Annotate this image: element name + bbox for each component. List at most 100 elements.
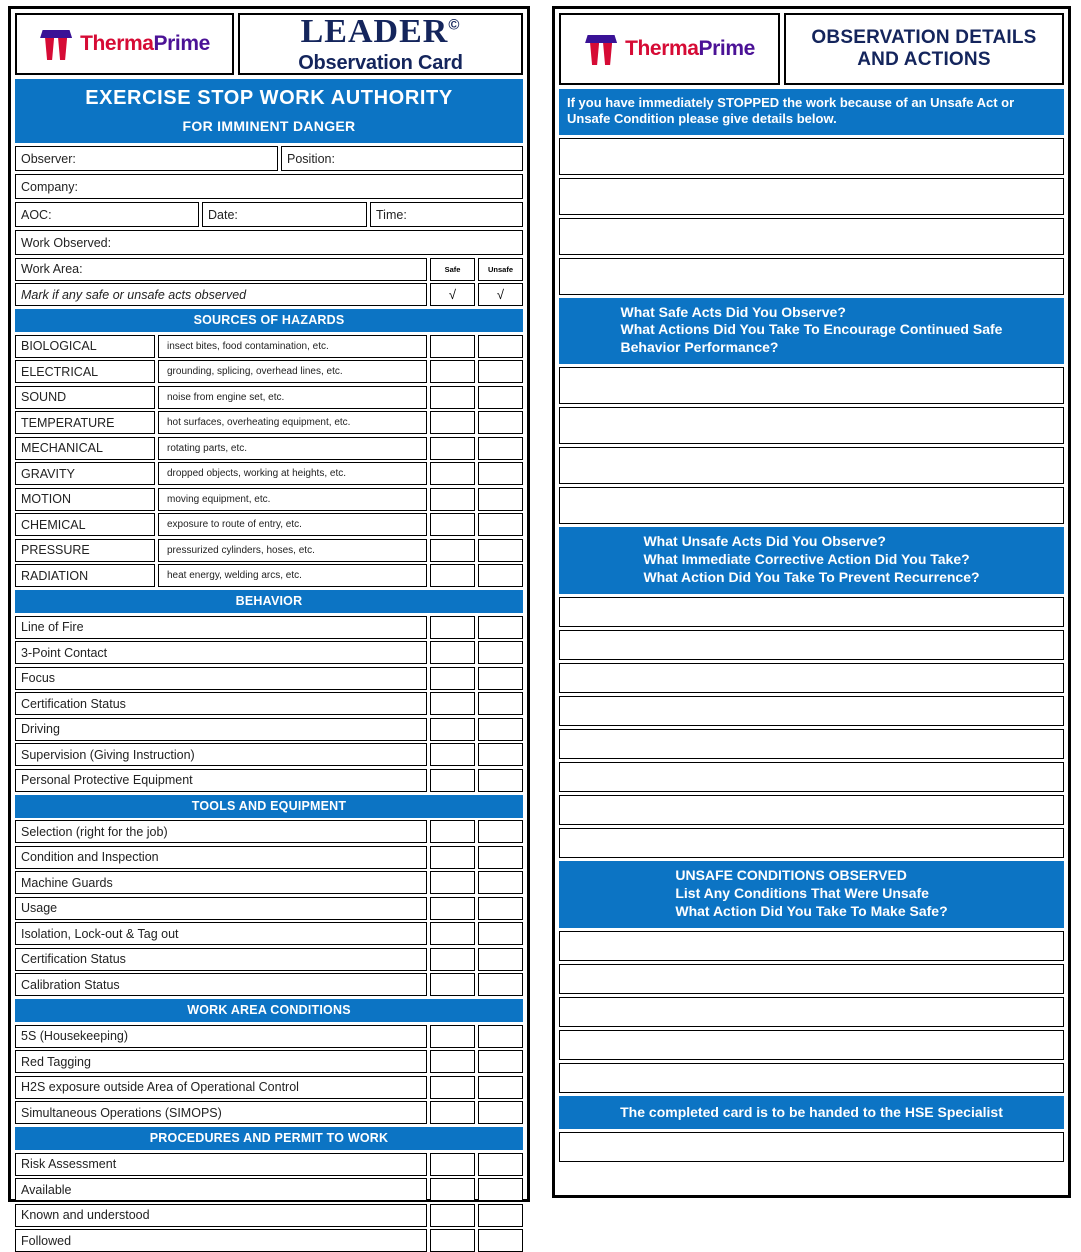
- write-in-row[interactable]: [559, 447, 1064, 485]
- write-in-row[interactable]: [559, 1062, 1064, 1093]
- write-in-row[interactable]: [559, 1131, 1064, 1162]
- safe-checkbox-cell[interactable]: [430, 411, 475, 434]
- write-in-row[interactable]: [559, 629, 1064, 660]
- unsafe-checkbox-cell[interactable]: [478, 334, 523, 358]
- time-field[interactable]: Time:: [370, 202, 523, 227]
- unsafe-checkbox-cell[interactable]: [478, 564, 523, 587]
- work-observed-field[interactable]: Work Observed:: [15, 230, 523, 255]
- write-in-row[interactable]: [559, 177, 1064, 215]
- safe-checkbox-cell[interactable]: [430, 666, 475, 690]
- unsafe-checkbox-cell[interactable]: [478, 896, 523, 920]
- safe-checkbox-cell[interactable]: [430, 462, 475, 485]
- write-in-row[interactable]: [559, 487, 1064, 525]
- safe-checkbox-cell[interactable]: [430, 1101, 475, 1124]
- company-field[interactable]: Company:: [15, 174, 523, 199]
- banner-line-1: EXERCISE STOP WORK AUTHORITY: [85, 87, 453, 109]
- safe-checkbox-cell[interactable]: [430, 641, 475, 664]
- unsafe-checkbox-cell[interactable]: [478, 922, 523, 945]
- safe-checkbox-cell[interactable]: [430, 743, 475, 766]
- work-area-field[interactable]: Work Area:: [15, 257, 427, 281]
- unsafe-checkbox-cell[interactable]: [478, 845, 523, 869]
- write-in-row[interactable]: [559, 728, 1064, 759]
- write-in-row[interactable]: [559, 367, 1064, 405]
- safe-checkbox-cell[interactable]: [430, 1178, 475, 1201]
- unsafe-checkbox-cell[interactable]: [478, 768, 523, 792]
- hazard-name: SOUND: [15, 385, 155, 409]
- write-in-row[interactable]: [559, 794, 1064, 825]
- thermaprime-logo-cell: ThermaPrime: [15, 13, 234, 75]
- unsafe-checkbox-cell[interactable]: [478, 436, 523, 460]
- unsafe-checkbox-cell[interactable]: [478, 538, 523, 562]
- unsafe-checkbox-cell[interactable]: [478, 411, 523, 434]
- write-in-row[interactable]: [559, 963, 1064, 994]
- write-in-row[interactable]: [559, 930, 1064, 961]
- safe-checkbox-cell[interactable]: [430, 820, 475, 843]
- date-field[interactable]: Date:: [202, 202, 367, 227]
- unsafe-checkbox-cell[interactable]: [478, 1101, 523, 1124]
- unsafe-checkbox-cell[interactable]: [478, 1024, 523, 1048]
- unsafe-checkbox-cell[interactable]: [478, 820, 523, 843]
- safe-checkbox-cell[interactable]: [430, 973, 475, 996]
- unsafe-checkbox-cell[interactable]: [478, 385, 523, 409]
- write-in-row[interactable]: [559, 407, 1064, 445]
- hazard-name: MECHANICAL: [15, 436, 155, 460]
- safe-checkbox-cell[interactable]: [430, 692, 475, 715]
- safe-checkbox-cell[interactable]: [430, 538, 475, 562]
- unsafe-checkbox-cell[interactable]: [478, 717, 523, 741]
- safe-checkbox-cell[interactable]: [430, 1229, 475, 1252]
- unsafe-checkbox-cell[interactable]: [478, 462, 523, 485]
- write-in-row[interactable]: [559, 662, 1064, 693]
- safe-checkbox-cell[interactable]: [430, 615, 475, 639]
- unsafe-checkbox-cell[interactable]: [478, 692, 523, 715]
- safe-checkbox-cell[interactable]: [430, 334, 475, 358]
- observer-field[interactable]: Observer:: [15, 146, 278, 171]
- unsafe-checkbox-cell[interactable]: [478, 973, 523, 996]
- hazard-name: PRESSURE: [15, 538, 155, 562]
- unsafe-checkbox-cell[interactable]: [478, 743, 523, 766]
- unsafe-checkbox-cell[interactable]: [478, 1229, 523, 1252]
- safe-checkbox-cell[interactable]: [430, 436, 475, 460]
- section-header-sources-of-hazards: SOURCES OF HAZARDS: [15, 309, 523, 332]
- safe-checkbox-cell[interactable]: [430, 1050, 475, 1073]
- position-field[interactable]: Position:: [281, 146, 523, 171]
- safe-checkbox-cell[interactable]: [430, 360, 475, 383]
- unsafe-checkbox-cell[interactable]: [478, 666, 523, 690]
- safe-checkbox-cell[interactable]: [430, 922, 475, 945]
- write-in-row[interactable]: [559, 217, 1064, 255]
- write-in-row[interactable]: [559, 596, 1064, 627]
- safe-checkbox-cell[interactable]: [430, 871, 475, 894]
- safe-checkbox-cell[interactable]: [430, 1075, 475, 1099]
- write-in-row[interactable]: [559, 761, 1064, 792]
- safe-checkbox-cell[interactable]: [430, 845, 475, 869]
- unsafe-checkbox-cell[interactable]: [478, 360, 523, 383]
- unsafe-checkbox-cell[interactable]: [478, 1178, 523, 1201]
- unsafe-checkbox-cell[interactable]: [478, 615, 523, 639]
- unsafe-checkbox-cell[interactable]: [478, 487, 523, 511]
- safe-checkbox-cell[interactable]: [430, 487, 475, 511]
- write-in-row[interactable]: [559, 137, 1064, 175]
- write-in-row[interactable]: [559, 257, 1064, 295]
- unsafe-checkbox-cell[interactable]: [478, 947, 523, 971]
- unsafe-checkbox-cell[interactable]: [478, 1152, 523, 1176]
- safe-checkbox-cell[interactable]: [430, 896, 475, 920]
- safe-checkbox-cell[interactable]: [430, 1203, 475, 1227]
- write-in-row[interactable]: [559, 996, 1064, 1027]
- safe-checkbox-cell[interactable]: [430, 513, 475, 536]
- unsafe-checkbox-cell[interactable]: [478, 513, 523, 536]
- unsafe-checkbox-cell[interactable]: [478, 641, 523, 664]
- unsafe-checkbox-cell[interactable]: [478, 1050, 523, 1073]
- unsafe-checkbox-cell[interactable]: [478, 1075, 523, 1099]
- safe-checkbox-cell[interactable]: [430, 385, 475, 409]
- safe-checkbox-cell[interactable]: [430, 768, 475, 792]
- safe-checkbox-cell[interactable]: [430, 717, 475, 741]
- write-in-row[interactable]: [559, 1029, 1064, 1060]
- aoc-field[interactable]: AOC:: [15, 202, 199, 227]
- unsafe-checkbox-cell[interactable]: [478, 871, 523, 894]
- safe-checkbox-cell[interactable]: [430, 564, 475, 587]
- unsafe-checkbox-cell[interactable]: [478, 1203, 523, 1227]
- safe-checkbox-cell[interactable]: [430, 947, 475, 971]
- safe-checkbox-cell[interactable]: [430, 1152, 475, 1176]
- write-in-row[interactable]: [559, 695, 1064, 726]
- safe-checkbox-cell[interactable]: [430, 1024, 475, 1048]
- write-in-row[interactable]: [559, 827, 1064, 858]
